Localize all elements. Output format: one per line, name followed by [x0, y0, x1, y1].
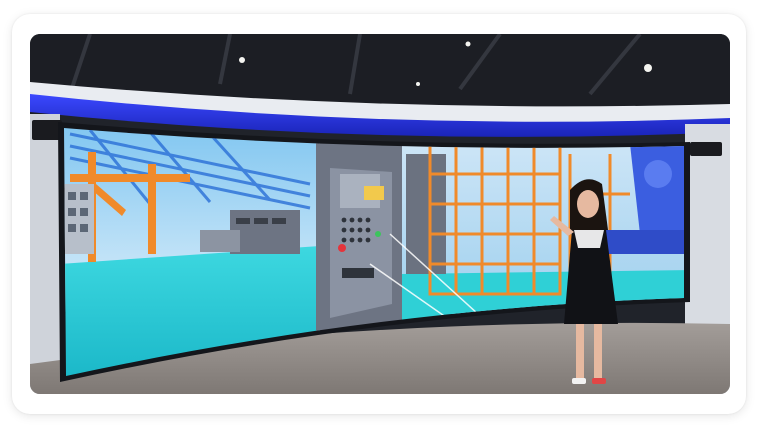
wall-speaker-icon	[32, 120, 62, 140]
exhibition-photo	[30, 34, 730, 394]
wall-speaker-icon	[690, 142, 722, 156]
immersive-screen-room-illustration	[30, 34, 730, 394]
page	[0, 0, 760, 432]
left-wall	[30, 114, 60, 394]
